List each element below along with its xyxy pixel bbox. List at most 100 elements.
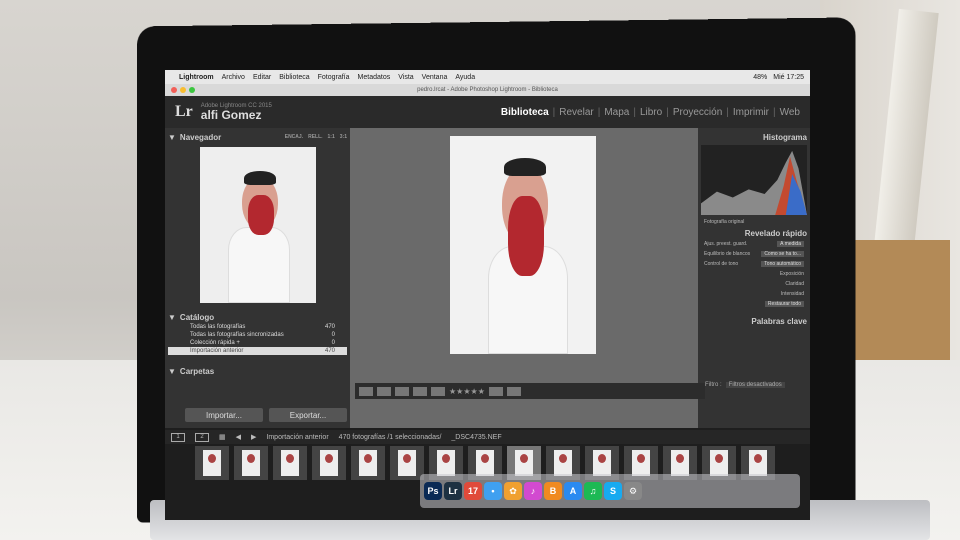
import-export-bar: Importar... Exportar... bbox=[185, 408, 347, 422]
navigator-header[interactable]: ▼ Navegador ENCAJ. RELL. 1:1 3:1 bbox=[168, 131, 347, 143]
filter-select[interactable]: Filtros desactivados bbox=[725, 382, 785, 388]
zoom-icon[interactable] bbox=[189, 87, 195, 93]
catalog-row-count: 470 bbox=[324, 324, 335, 330]
grid-view-icon[interactable] bbox=[359, 386, 373, 396]
module-libro[interactable]: Libro bbox=[640, 107, 662, 118]
menu-biblioteca[interactable]: Biblioteca bbox=[279, 74, 309, 81]
messages-icon[interactable]: • bbox=[484, 482, 502, 500]
filmstrip-thumb[interactable] bbox=[273, 446, 307, 480]
minimize-icon[interactable] bbox=[180, 87, 186, 93]
books-icon[interactable]: B bbox=[544, 482, 562, 500]
histogram[interactable] bbox=[701, 145, 807, 215]
battery-percent[interactable]: 48% bbox=[753, 74, 767, 81]
photos-icon[interactable]: ✿ bbox=[504, 482, 522, 500]
filmstrip-thumb[interactable] bbox=[351, 446, 385, 480]
filmstrip-source[interactable]: Importación anterior bbox=[266, 434, 328, 441]
appstore-icon[interactable]: A bbox=[564, 482, 582, 500]
original-photo-checkbox[interactable]: Fotografía original bbox=[701, 217, 807, 227]
qd-subrow[interactable]: Intensidad bbox=[701, 289, 807, 299]
qd-subrow[interactable]: Claridad bbox=[701, 279, 807, 289]
histogram-header[interactable]: Histograma bbox=[701, 131, 807, 143]
folders-title: Carpetas bbox=[179, 366, 215, 376]
catalog-row[interactable]: Colección rápida + 0 bbox=[168, 339, 347, 347]
close-icon[interactable] bbox=[171, 87, 177, 93]
filmstrip-file[interactable]: _DSC4735.NEF bbox=[451, 434, 501, 441]
quick-develop-header[interactable]: Revelado rápido bbox=[701, 227, 807, 239]
itunes-icon[interactable]: ♪ bbox=[524, 482, 542, 500]
reset-all-button[interactable]: Restaurar todo bbox=[764, 301, 804, 307]
figure-blood bbox=[247, 195, 274, 235]
rating-stars-icon[interactable]: ★★★★★ bbox=[449, 387, 485, 396]
quick-develop-row[interactable]: Ajus. preest. guard. A medida bbox=[701, 239, 807, 249]
rotate-right-icon[interactable] bbox=[506, 386, 521, 396]
nav-opt-fill[interactable]: RELL. bbox=[308, 134, 322, 140]
triangle-down-icon: ▼ bbox=[168, 132, 176, 142]
forward-arrow-icon[interactable]: ▶ bbox=[251, 433, 256, 441]
qd-subrow-label: Exposición bbox=[779, 271, 804, 277]
left-panel: ▼ Navegador ENCAJ. RELL. 1:1 3:1 ▼ Catál… bbox=[165, 128, 350, 428]
catalog-header[interactable]: ▼ Catálogo bbox=[168, 311, 347, 323]
skype-icon[interactable]: S bbox=[604, 482, 622, 500]
menu-archivo[interactable]: Archivo bbox=[222, 74, 245, 81]
module-web[interactable]: Web bbox=[780, 107, 800, 118]
menu-fotografia[interactable]: Fotografía bbox=[318, 74, 350, 81]
grid-icon[interactable]: ▦ bbox=[219, 433, 226, 441]
filmstrip-thumb[interactable] bbox=[195, 446, 229, 480]
filter-bar: Filtro : Filtros desactivados bbox=[705, 382, 785, 388]
menu-metadatos[interactable]: Metadatos bbox=[358, 74, 391, 81]
module-biblioteca[interactable]: Biblioteca bbox=[501, 107, 549, 118]
module-picker: Biblioteca | Revelar | Mapa | Libro | Pr… bbox=[501, 107, 800, 118]
keywords-header[interactable]: Palabras clave bbox=[701, 315, 807, 327]
filmstrip-thumb[interactable] bbox=[390, 446, 424, 480]
quick-develop-title: Revelado rápido bbox=[744, 228, 807, 238]
qd-value[interactable]: Como se ha to... bbox=[761, 251, 804, 257]
menu-vista[interactable]: Vista bbox=[398, 74, 413, 81]
catalog-row[interactable]: Todas las fotografías sincronizadas 0 bbox=[168, 331, 347, 339]
settings-icon[interactable]: ⚙ bbox=[624, 482, 642, 500]
folders-header[interactable]: ▼ Carpetas bbox=[168, 365, 347, 377]
menu-editar[interactable]: Editar bbox=[253, 74, 271, 81]
module-separator: | bbox=[773, 106, 776, 118]
nav-opt-1to1[interactable]: 1:1 bbox=[328, 134, 335, 140]
ps-icon[interactable]: Ps bbox=[424, 482, 442, 500]
module-imprimir[interactable]: Imprimir bbox=[733, 107, 769, 118]
people-view-icon[interactable] bbox=[431, 386, 445, 396]
window-2-button[interactable]: 2 bbox=[195, 432, 209, 442]
qd-value[interactable]: Tono automático bbox=[761, 261, 804, 267]
nav-opt-3to1[interactable]: 3:1 bbox=[340, 134, 347, 140]
survey-view-icon[interactable] bbox=[413, 386, 427, 396]
catalog-row-label: Todas las fotografías sincronizadas bbox=[190, 332, 284, 338]
module-mapa[interactable]: Mapa bbox=[604, 107, 629, 118]
lightroom-topbar: Lr Adobe Lightroom CC 2015 alfi Gomez Bi… bbox=[165, 96, 810, 128]
window-1-button[interactable]: 1 bbox=[171, 432, 185, 442]
lr-icon[interactable]: Lr bbox=[444, 482, 462, 500]
catalog-row-label: Todas las fotografías bbox=[190, 324, 246, 330]
navigator-preview[interactable] bbox=[199, 147, 316, 303]
menu-app[interactable]: Lightroom bbox=[179, 74, 214, 81]
lightroom-logo: Lr bbox=[175, 103, 193, 120]
filmstrip-thumb[interactable] bbox=[234, 446, 268, 480]
quick-develop-row[interactable]: Control de tono Tono automático bbox=[701, 259, 807, 269]
menu-ventana[interactable]: Ventana bbox=[422, 74, 448, 81]
back-arrow-icon[interactable]: ◀ bbox=[236, 433, 241, 441]
qd-subrow[interactable]: Exposición bbox=[701, 269, 807, 279]
menu-ayuda[interactable]: Ayuda bbox=[455, 74, 475, 81]
main-photo[interactable] bbox=[450, 136, 596, 354]
module-proyeccion[interactable]: Proyección bbox=[673, 107, 722, 118]
compare-view-icon[interactable] bbox=[395, 386, 409, 396]
rotate-left-icon[interactable] bbox=[488, 386, 503, 396]
clock[interactable]: Mié 17:25 bbox=[773, 74, 804, 81]
export-button[interactable]: Exportar... bbox=[269, 408, 347, 422]
quick-develop-row[interactable]: Equilibrio de blancos Como se ha to... bbox=[701, 249, 807, 259]
catalog-row[interactable]: Todas las fotografías 470 bbox=[168, 323, 347, 331]
qd-value[interactable]: A medida bbox=[777, 241, 804, 247]
qd-subrow-label: Intensidad bbox=[780, 291, 804, 297]
loupe-view-icon[interactable] bbox=[377, 386, 391, 396]
nav-opt-fit[interactable]: ENCAJ. bbox=[285, 134, 303, 140]
calendar-icon[interactable]: 17 bbox=[464, 482, 482, 500]
spotify-icon[interactable]: ♫ bbox=[584, 482, 602, 500]
filmstrip-thumb[interactable] bbox=[312, 446, 346, 480]
module-revelar[interactable]: Revelar bbox=[559, 107, 593, 118]
catalog-row-selected[interactable]: Importación anterior 470 bbox=[168, 347, 347, 355]
import-button[interactable]: Importar... bbox=[185, 408, 263, 422]
